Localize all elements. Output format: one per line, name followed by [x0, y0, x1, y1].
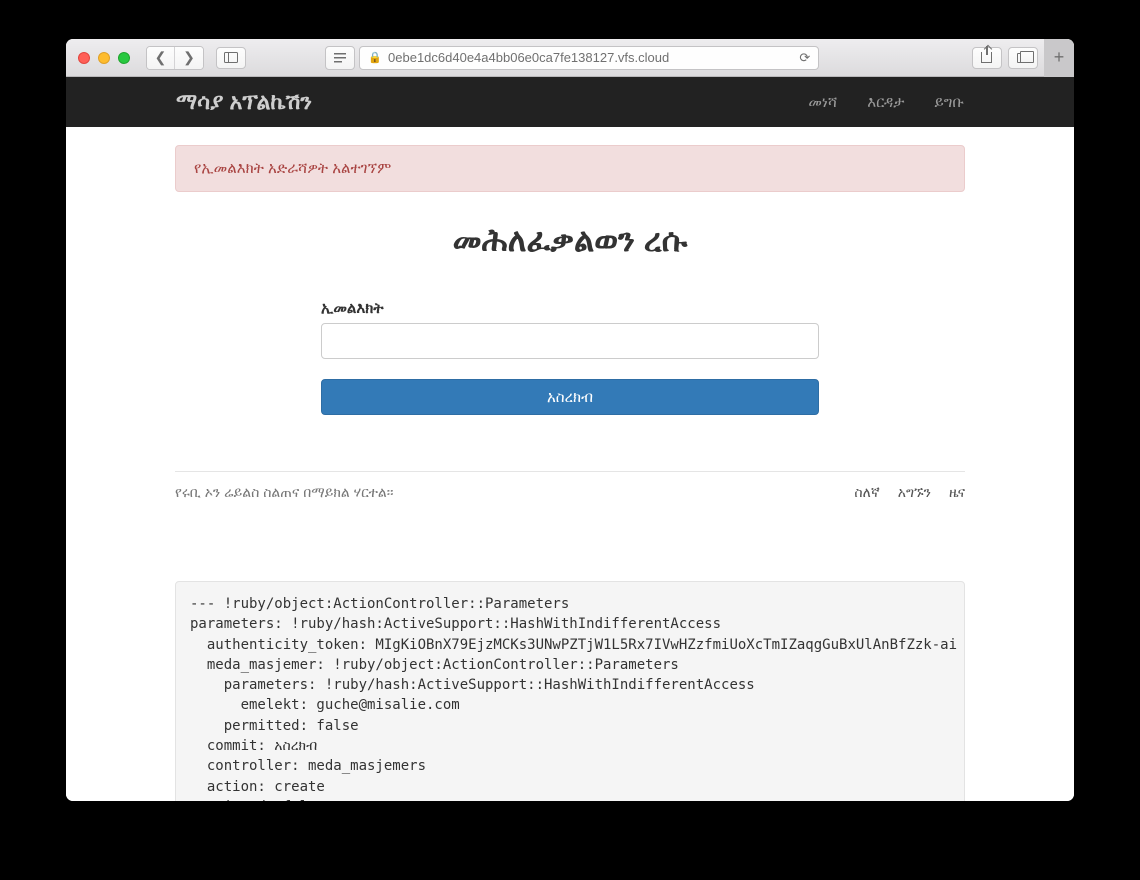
titlebar: ❮ ❯ 🔒 0ebe1dc6d40e4a4bb06e0ca7fe138127.v… [66, 39, 1074, 77]
reload-icon[interactable]: ⟳ [799, 50, 810, 66]
nav-link-help[interactable]: እርዳታ [867, 94, 904, 111]
url-text: 0ebe1dc6d40e4a4bb06e0ca7fe138127.vfs.clo… [388, 50, 793, 65]
footer-link-about[interactable]: ስለኛ [854, 484, 879, 501]
minimize-window-button[interactable] [98, 52, 110, 64]
footer-links: ስለኛ አግኙን ዜና [854, 484, 965, 501]
share-button[interactable] [972, 47, 1002, 69]
sidebar-toggle-button[interactable] [216, 47, 246, 69]
maximize-window-button[interactable] [118, 52, 130, 64]
email-field[interactable] [321, 323, 819, 359]
browser-window: ❮ ❯ 🔒 0ebe1dc6d40e4a4bb06e0ca7fe138127.v… [66, 39, 1074, 801]
brand[interactable]: ማሳያ አፕልኬሽን [176, 89, 312, 115]
close-window-button[interactable] [78, 52, 90, 64]
lock-icon: 🔒 [368, 51, 382, 64]
submit-button[interactable]: አስረክብ [321, 379, 819, 415]
footer: የሩቢ ኦን ሬይልስ ስልጠና በማይክል ሃርተል፡፡ ስለኛ አግኙን ዜ… [175, 471, 965, 501]
window-controls [78, 52, 130, 64]
alert-danger: የኢመልእክት አድራሻዎት አልተገኘም [175, 145, 965, 192]
forward-button[interactable]: ❯ [175, 47, 203, 69]
back-button[interactable]: ❮ [147, 47, 175, 69]
tabs-button[interactable] [1008, 47, 1038, 69]
reader-mode-button[interactable] [325, 46, 355, 70]
share-icon [981, 52, 992, 63]
reader-icon [334, 53, 346, 63]
nav-links: መነሻ እርዳታ ይግቡ [808, 94, 964, 111]
address-bar-wrap: 🔒 0ebe1dc6d40e4a4bb06e0ca7fe138127.vfs.c… [325, 46, 819, 70]
nav-link-login[interactable]: ይግቡ [935, 94, 965, 111]
forgot-password-form: ኢመልእክት አስረክብ [321, 300, 819, 415]
new-tab-button[interactable]: + [1044, 39, 1074, 77]
right-controls: + [972, 39, 1062, 77]
nav-buttons: ❮ ❯ [146, 46, 204, 70]
footer-link-contact[interactable]: አግኙን [898, 484, 931, 501]
debug-dump: --- !ruby/object:ActionController::Param… [175, 581, 965, 801]
tabs-icon [1017, 53, 1029, 63]
app-navbar: ማሳያ አፕልኬሽን መነሻ እርዳታ ይግቡ [66, 77, 1074, 127]
page-content[interactable]: ማሳያ አፕልኬሽን መነሻ እርዳታ ይግቡ የኢመልእክት አድራሻዎት አ… [66, 77, 1074, 801]
nav-link-home[interactable]: መነሻ [808, 94, 837, 111]
email-label: ኢመልእክት [321, 300, 819, 317]
container: የኢመልእክት አድራሻዎት አልተገኘም መሕለፈቃልወን ረሱ ኢመልእክት… [175, 145, 965, 521]
footer-credit: የሩቢ ኦን ሬይልስ ስልጠና በማይክል ሃርተል፡፡ [175, 484, 393, 501]
footer-link-news[interactable]: ዜና [949, 484, 965, 501]
sidebar-icon [224, 52, 238, 63]
page-title: መሕለፈቃልወን ረሱ [175, 222, 965, 260]
address-bar[interactable]: 🔒 0ebe1dc6d40e4a4bb06e0ca7fe138127.vfs.c… [359, 46, 819, 70]
